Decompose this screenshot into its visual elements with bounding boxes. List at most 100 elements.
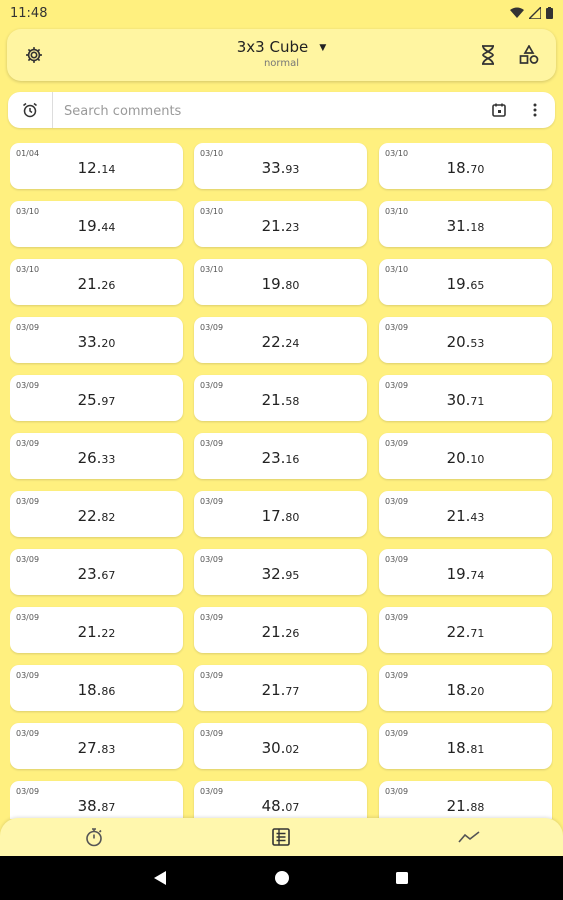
solve-time-decimal: 24 [285,337,300,350]
solve-card[interactable]: 03/09 30.02 [194,723,367,769]
trend-chart-icon [458,831,480,843]
solve-date: 03/10 [385,207,409,216]
solve-time-decimal: 77 [285,685,300,698]
solve-card[interactable]: 03/09 38.87 [10,781,183,819]
solve-card[interactable]: 03/09 18.86 [10,665,183,711]
solve-card[interactable]: 03/09 22.82 [10,491,183,537]
bottom-navigation [0,818,563,856]
solve-card[interactable]: 03/09 21.77 [194,665,367,711]
solve-time: 33.93 [194,159,367,177]
solve-card[interactable]: 03/09 26.33 [10,433,183,479]
solve-card[interactable]: 03/09 17.80 [194,491,367,537]
solve-time-decimal: 53 [470,337,485,350]
solve-card[interactable]: 03/09 18.81 [379,723,552,769]
solve-card[interactable]: 03/09 21.58 [194,375,367,421]
solve-time-whole: 25. [77,391,102,409]
solve-time-whole: 21. [77,275,102,293]
overflow-menu-button[interactable] [525,100,545,120]
status-icons [510,7,553,19]
solve-time: 25.97 [10,391,183,409]
solve-card[interactable]: 03/09 23.67 [10,549,183,595]
solve-time-whole: 21. [261,217,286,235]
solve-time: 23.16 [194,449,367,467]
solve-time: 30.02 [194,739,367,757]
solve-time-whole: 48. [261,797,286,815]
solve-card[interactable]: 03/09 18.20 [379,665,552,711]
solve-card[interactable]: 03/10 31.18 [379,201,552,247]
solve-time-decimal: 67 [101,569,116,582]
date-filter-button[interactable] [489,100,509,120]
solve-time-whole: 22. [77,507,102,525]
solve-time-whole: 31. [446,217,471,235]
system-back-button[interactable] [150,868,170,888]
solve-card[interactable]: 03/10 21.23 [194,201,367,247]
solve-card[interactable]: 03/09 21.43 [379,491,552,537]
solve-date: 03/09 [200,497,224,506]
solve-time-whole: 19. [446,565,471,583]
puzzle-type-button[interactable] [515,41,543,69]
system-recents-button[interactable] [392,868,412,888]
solve-card[interactable]: 03/09 21.88 [379,781,552,819]
solve-time-decimal: 33 [101,453,116,466]
solve-card[interactable]: 03/09 19.74 [379,549,552,595]
solve-time-whole: 18. [446,739,471,757]
solve-time-whole: 23. [261,449,286,467]
solve-time: 32.95 [194,565,367,583]
solve-card[interactable]: 03/09 22.24 [194,317,367,363]
solve-card[interactable]: 03/09 21.22 [10,607,183,653]
solve-card[interactable]: 03/09 25.97 [10,375,183,421]
search-bar [8,92,555,128]
solve-date: 03/09 [200,555,224,564]
solve-date: 03/09 [385,729,409,738]
solve-time-whole: 27. [77,739,102,757]
signal-icon [529,7,541,19]
solve-time-decimal: 83 [101,743,116,756]
session-button[interactable] [474,41,502,69]
solve-card[interactable]: 03/09 21.26 [194,607,367,653]
solve-time-whole: 33. [261,159,286,177]
solve-card[interactable]: 03/10 19.65 [379,259,552,305]
nav-statistics-tab[interactable] [456,825,482,849]
solve-card[interactable]: 03/09 22.71 [379,607,552,653]
solve-card[interactable]: 03/10 19.80 [194,259,367,305]
solve-time-decimal: 87 [101,801,116,814]
solve-date: 03/09 [385,613,409,622]
solve-card[interactable]: 03/10 19.44 [10,201,183,247]
nav-timer-tab[interactable] [81,825,107,849]
solve-time: 33.20 [10,333,183,351]
solve-card[interactable]: 03/10 33.93 [194,143,367,189]
solve-card[interactable]: 03/09 32.95 [194,549,367,595]
solve-time: 18.86 [10,681,183,699]
solve-time-whole: 12. [77,159,102,177]
solve-card[interactable]: 01/04 12.14 [10,143,183,189]
solve-time: 22.24 [194,333,367,351]
solve-card[interactable]: 03/09 23.16 [194,433,367,479]
solve-card[interactable]: 03/09 48.07 [194,781,367,819]
solve-time-whole: 19. [77,217,102,235]
solve-time-whole: 17. [261,507,286,525]
solve-date: 03/09 [385,381,409,390]
solve-time: 31.18 [379,217,552,235]
solve-time-decimal: 43 [470,511,485,524]
solve-time: 21.88 [379,797,552,815]
solve-time-decimal: 07 [285,801,300,814]
puzzle-title: 3x3 Cube [236,38,309,56]
solve-card[interactable]: 03/09 27.83 [10,723,183,769]
solve-card[interactable]: 03/09 20.53 [379,317,552,363]
solve-card[interactable]: 03/10 21.26 [10,259,183,305]
status-bar: 11:48 [0,0,563,26]
solve-card[interactable]: 03/09 30.71 [379,375,552,421]
solve-date: 03/09 [16,439,40,448]
solve-time: 30.71 [379,391,552,409]
solve-time-decimal: 93 [285,163,300,176]
solve-card[interactable]: 03/10 18.70 [379,143,552,189]
chevron-down-icon: ▼ [319,42,327,53]
nav-times-list-tab[interactable] [268,825,294,849]
solve-card[interactable]: 03/09 33.20 [10,317,183,363]
timer-filter-button[interactable] [8,92,53,128]
solve-time-whole: 20. [446,449,471,467]
system-home-button[interactable] [272,868,292,888]
search-input[interactable] [62,100,466,122]
solve-card[interactable]: 03/09 20.10 [379,433,552,479]
solve-time-whole: 19. [446,275,471,293]
